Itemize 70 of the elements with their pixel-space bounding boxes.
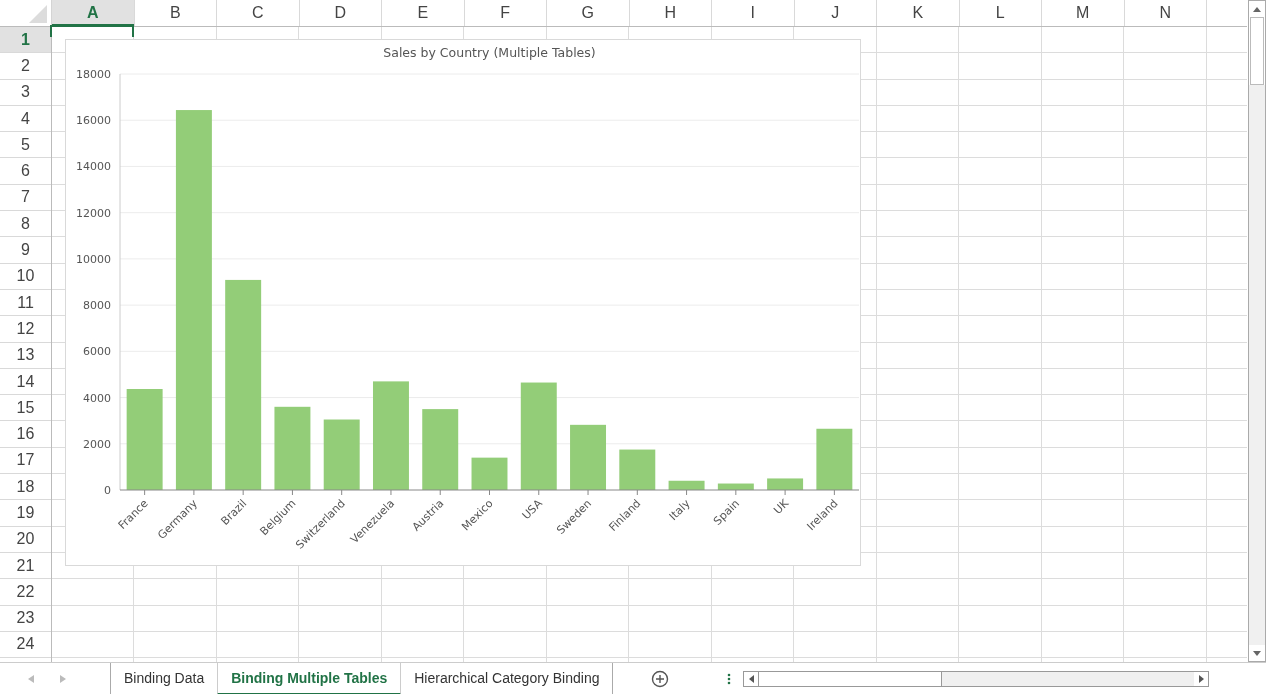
column-header[interactable]: N [1124,0,1207,26]
y-tick-label: 14000 [76,160,111,174]
scroll-up-icon[interactable] [1253,6,1261,12]
x-tick-label: UK [771,496,792,517]
selected-cell[interactable] [50,25,134,37]
row-header[interactable]: 22 [0,579,51,606]
row-header[interactable]: 18 [0,474,51,501]
row-header[interactable]: 8 [0,211,51,238]
scroll-right-icon[interactable] [1198,675,1204,683]
row-header[interactable]: 21 [0,552,51,580]
column-header[interactable]: I [712,0,795,26]
column-header[interactable]: M [1042,0,1125,26]
row-header[interactable]: 20 [0,526,51,553]
row-header[interactable]: 11 [0,289,51,317]
row-header[interactable]: 19 [0,500,51,527]
row-header[interactable]: 10 [0,263,51,290]
more-options-icon[interactable] [727,673,732,685]
bar [471,457,508,490]
column-header[interactable]: J [794,0,877,26]
bar [767,478,804,490]
row-header[interactable]: 9 [0,237,51,264]
scrollbar-thumb[interactable] [758,672,943,686]
vertical-scrollbar[interactable] [1248,0,1266,662]
row-header[interactable]: 4 [0,105,51,133]
row-header[interactable]: 24 [0,631,51,659]
column-header[interactable]: D [299,0,382,26]
y-tick-label: 6000 [83,345,111,359]
y-tick-label: 0 [104,484,111,497]
bar [816,428,853,490]
row-header[interactable]: 6 [0,158,51,185]
y-tick-label: 12000 [76,206,111,220]
row-header[interactable]: 5 [0,132,51,159]
column-header[interactable]: F [464,0,547,26]
column-header[interactable]: A [52,0,135,26]
row-header[interactable]: 23 [0,605,51,632]
row-header[interactable]: 13 [0,342,51,369]
y-tick-label: 4000 [83,391,111,405]
chart-title: Sales by Country (Multiple Tables) [383,45,596,60]
scroll-down-icon[interactable] [1253,650,1261,656]
scrollbar-thumb[interactable] [1250,17,1264,85]
row-header[interactable]: 17 [0,447,51,475]
row-header[interactable]: 2 [0,53,51,80]
column-header[interactable]: C [217,0,300,26]
column-header[interactable]: L [959,0,1042,26]
y-tick-label: 16000 [76,114,111,128]
add-sheet-icon[interactable] [651,670,670,688]
row-header[interactable]: 14 [0,368,51,396]
row-header[interactable]: 7 [0,184,51,212]
column-header[interactable]: K [877,0,960,26]
y-tick-label: 10000 [76,252,111,266]
column-header[interactable]: G [547,0,630,26]
y-tick-label: 2000 [83,437,111,451]
scroll-left-icon[interactable] [748,675,754,683]
bar [717,483,754,490]
row-header[interactable]: 16 [0,421,51,448]
horizontal-scrollbar[interactable] [743,671,1210,687]
row-header[interactable]: 1 [0,27,51,54]
row-header[interactable]: 3 [0,79,51,106]
row-header[interactable]: 12 [0,316,51,343]
y-tick-label: 18000 [76,68,111,81]
y-tick-label: 8000 [83,299,111,313]
row-header[interactable]: 15 [0,395,51,422]
column-header[interactable]: B [134,0,217,26]
sheet-tab[interactable]: Binding Multiple Tables [217,663,402,694]
bar [570,424,606,490]
column-header[interactable]: H [629,0,712,26]
bar [323,419,360,490]
column-header[interactable]: E [382,0,465,26]
bar [619,449,656,490]
bar [668,480,705,490]
